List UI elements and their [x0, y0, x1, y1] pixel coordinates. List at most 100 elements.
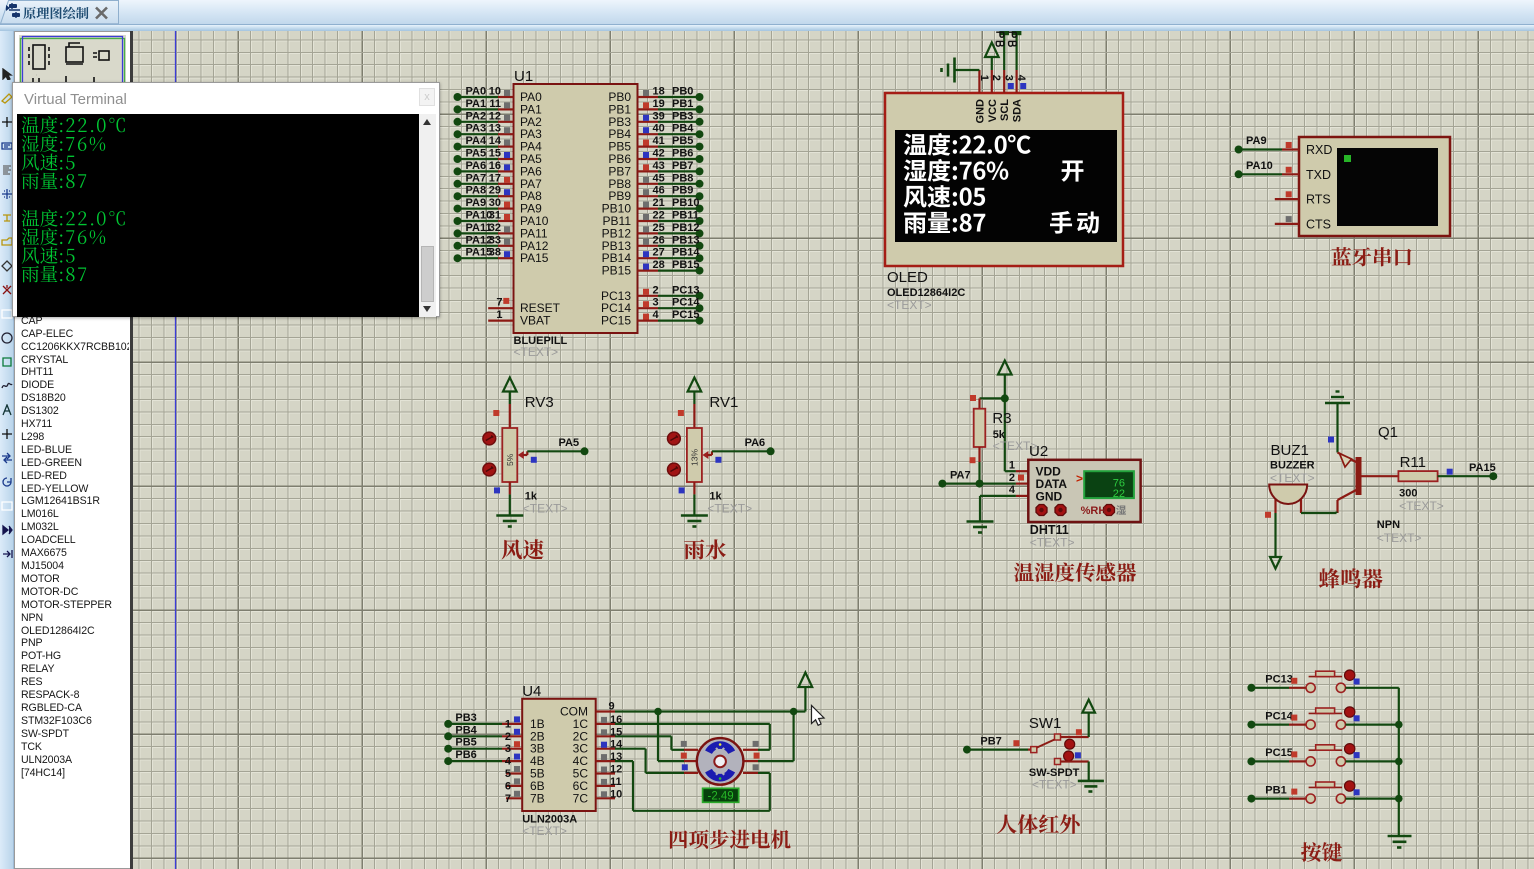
svg-text:4: 4 — [653, 309, 660, 321]
svg-text:PA11: PA11 — [466, 222, 492, 234]
svg-text:9: 9 — [609, 701, 615, 713]
svg-text:U4: U4 — [522, 683, 541, 700]
svg-text:42: 42 — [653, 148, 665, 160]
svg-text:PA8: PA8 — [466, 185, 487, 197]
svg-text:15: 15 — [489, 148, 501, 160]
svg-text:PA4: PA4 — [466, 135, 487, 147]
svg-text:4: 4 — [1015, 75, 1027, 82]
svg-text:U1: U1 — [514, 68, 533, 85]
svg-text:<TEXT>: <TEXT> — [1270, 471, 1315, 485]
svg-text:RV1: RV1 — [709, 394, 738, 411]
svg-text:PC13: PC13 — [1265, 674, 1293, 686]
svg-text:Q1: Q1 — [1378, 424, 1398, 441]
svg-text:PB3: PB3 — [672, 110, 693, 122]
svg-text:PA3: PA3 — [466, 123, 487, 135]
svg-text:18: 18 — [653, 86, 665, 98]
svg-text:PB4: PB4 — [672, 123, 694, 135]
svg-text:300: 300 — [1399, 488, 1417, 500]
svg-text:7B: 7B — [530, 791, 545, 805]
svg-text:PB4: PB4 — [455, 724, 477, 736]
svg-text:SDA: SDA — [1012, 99, 1024, 122]
svg-text:PB13: PB13 — [672, 234, 700, 246]
svg-text:PA9: PA9 — [1246, 135, 1267, 147]
svg-text:13%: 13% — [689, 449, 699, 466]
svg-text:33: 33 — [489, 234, 501, 246]
svg-text:12: 12 — [610, 764, 622, 776]
svg-text:PB1: PB1 — [672, 98, 693, 110]
svg-text:%RH: %RH — [1081, 505, 1107, 517]
svg-text:21: 21 — [653, 197, 665, 209]
svg-text:5: 5 — [505, 768, 511, 780]
svg-text:PB6: PB6 — [455, 749, 476, 761]
svg-text:28: 28 — [653, 259, 665, 271]
svg-text:GND: GND — [1036, 489, 1063, 503]
svg-text:16: 16 — [489, 160, 501, 172]
svg-text:40: 40 — [653, 123, 665, 135]
svg-text:7: 7 — [496, 297, 502, 309]
svg-text:PB11: PB11 — [672, 210, 699, 222]
svg-text:<TEXT>: <TEXT> — [522, 824, 567, 838]
svg-text:PC13: PC13 — [672, 284, 700, 296]
svg-text:43: 43 — [653, 160, 665, 172]
svg-text:PB14: PB14 — [672, 247, 700, 259]
svg-text:<TEXT>: <TEXT> — [707, 502, 752, 516]
svg-text:46: 46 — [653, 185, 665, 197]
svg-text:3: 3 — [653, 297, 659, 309]
svg-text:PB0: PB0 — [672, 86, 693, 98]
svg-text:1: 1 — [496, 309, 502, 321]
svg-text:BUZZER: BUZZER — [1270, 460, 1315, 472]
svg-text:R3: R3 — [992, 410, 1011, 427]
svg-text:PB7: PB7 — [980, 735, 1001, 747]
svg-text:31: 31 — [489, 210, 501, 222]
svg-text:1: 1 — [505, 718, 511, 730]
svg-text:PB1: PB1 — [1265, 784, 1286, 796]
svg-text:12: 12 — [489, 110, 501, 122]
svg-text:PA15: PA15 — [1469, 462, 1496, 474]
svg-text:1: 1 — [1009, 459, 1015, 471]
svg-text:4: 4 — [1009, 484, 1016, 496]
svg-text:10: 10 — [610, 788, 622, 800]
svg-text:<TEXT>: <TEXT> — [887, 298, 932, 312]
svg-text:GND: GND — [974, 99, 986, 124]
svg-text:PB6: PB6 — [672, 148, 693, 160]
svg-text:27: 27 — [653, 247, 665, 259]
svg-text:6: 6 — [505, 780, 511, 792]
svg-text:PB15: PB15 — [602, 264, 632, 278]
svg-text:25: 25 — [653, 222, 665, 234]
svg-text:PA0: PA0 — [466, 86, 487, 98]
svg-text:<TEXT>: <TEXT> — [1032, 778, 1077, 792]
svg-text:PB5: PB5 — [672, 135, 693, 147]
svg-text:19: 19 — [653, 98, 665, 110]
svg-text:22: 22 — [1113, 488, 1125, 500]
svg-text:PA9: PA9 — [466, 197, 487, 209]
svg-text:PA6: PA6 — [745, 437, 766, 449]
svg-text:PB15: PB15 — [672, 259, 700, 271]
svg-text:39: 39 — [653, 110, 665, 122]
svg-text:3: 3 — [505, 743, 511, 755]
svg-text:PA15: PA15 — [520, 251, 549, 265]
svg-text:BUZ1: BUZ1 — [1271, 442, 1309, 459]
svg-text:2: 2 — [653, 284, 659, 296]
svg-text:2: 2 — [505, 731, 511, 743]
svg-text:VBAT: VBAT — [520, 314, 551, 328]
svg-text:PA7: PA7 — [466, 172, 487, 184]
svg-text:PC15: PC15 — [601, 314, 631, 328]
svg-text:PA5: PA5 — [466, 148, 487, 160]
svg-text:PC15: PC15 — [1265, 747, 1293, 759]
svg-text:PB3: PB3 — [455, 712, 476, 724]
svg-text:TXD: TXD — [1306, 168, 1331, 182]
svg-text:2: 2 — [1009, 472, 1015, 484]
svg-text:PA10: PA10 — [1246, 160, 1273, 172]
svg-text:RV3: RV3 — [525, 394, 554, 411]
svg-text:<TEXT>: <TEXT> — [523, 502, 568, 516]
svg-text:38: 38 — [489, 247, 501, 259]
svg-text:-2.49: -2.49 — [707, 790, 733, 802]
svg-text:4: 4 — [505, 756, 512, 768]
svg-text:SW1: SW1 — [1029, 715, 1062, 732]
svg-text:U2: U2 — [1029, 443, 1048, 460]
svg-text:29: 29 — [489, 185, 501, 197]
svg-text:RXD: RXD — [1306, 143, 1332, 157]
svg-text:11: 11 — [610, 776, 622, 788]
svg-text:PB12: PB12 — [672, 222, 700, 234]
svg-text:PA2: PA2 — [466, 110, 487, 122]
